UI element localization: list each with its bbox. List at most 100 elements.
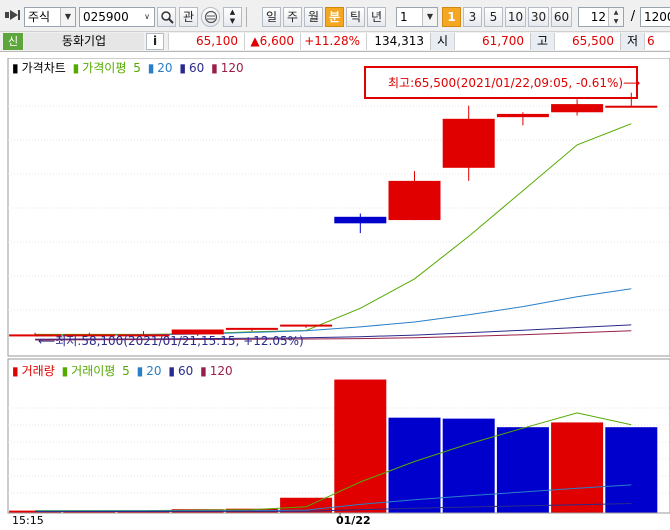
legend-marker: ▮ [12, 364, 19, 378]
candle-body [225, 327, 278, 330]
theme-icon [204, 10, 217, 24]
chevron-down-icon[interactable]: ▼ [422, 8, 437, 26]
stock-name: 동화기업 [24, 33, 144, 50]
minute-button-3[interactable]: 3 [463, 7, 482, 27]
price-ma-120: 120 [220, 61, 244, 75]
volume-bar [442, 418, 495, 513]
high-annotation: 최고:65,500(2021/01/22,09:05, -0.61%)⟶ [388, 76, 641, 90]
volume-legend: ▮ 거래량 ▮ 거래이평 5 ▮ 20 ▮ 60 ▮ 120 [12, 364, 236, 378]
current-price: 65,100 [168, 33, 244, 50]
search-button[interactable] [157, 7, 176, 27]
stock-code-value: 025900 [83, 10, 129, 24]
count-divider: / [630, 9, 636, 24]
tab-period-year[interactable]: 년 [367, 7, 386, 27]
toolbar-divider [246, 7, 247, 27]
low-label: 저 [620, 33, 644, 50]
price-legend-title: 가격차트 [21, 61, 66, 75]
chart-canvas[interactable] [0, 58, 670, 530]
candle-body [388, 180, 441, 221]
tab-period-label: 틱 [349, 10, 362, 24]
total-count-field[interactable]: 1200 [640, 7, 670, 27]
stock-info-button[interactable]: i [146, 33, 164, 50]
low-annotation: ⟵최저:58,100(2021/01/21,15:15, +12.05%) [38, 334, 304, 348]
volume-bar [496, 427, 549, 513]
market-select[interactable]: 주식 ▼ [24, 7, 76, 27]
stepper-arrows-icon[interactable]: ▲ ▼ [608, 8, 623, 26]
minute-button-1[interactable]: 1 [442, 7, 461, 27]
legend-marker: ▮ [72, 61, 80, 75]
period-tabs: 일 주 월 분 틱 년 [262, 7, 392, 27]
credit-badge: 신 [3, 33, 23, 50]
legend-marker: ▮ [61, 364, 69, 378]
theme-button[interactable] [201, 7, 220, 27]
tab-period-label: 주 [286, 10, 299, 24]
minute-buttons: 1 3 5 10 30 60 [442, 7, 572, 27]
candle-body [551, 104, 604, 113]
price-ma-5: 5 [133, 61, 141, 75]
price-legend: ▮ 가격차트 ▮ 가격이평 5 ▮ 20 ▮ 60 ▮ 120 [12, 61, 247, 75]
search-icon [160, 11, 174, 24]
legend-marker: ▮ [147, 61, 155, 75]
x-axis-date-label: 01/22 [336, 514, 371, 527]
minute-button-5[interactable]: 5 [484, 7, 503, 27]
stock-code-input[interactable]: 025900 ∨ [79, 7, 155, 27]
price-panel-frame [7, 58, 670, 357]
tab-period-label: 년 [370, 10, 383, 24]
tab-period-day[interactable]: 일 [262, 7, 281, 27]
price-ma-label: 가격이평 [82, 61, 127, 75]
minute-button-label: 1 [447, 10, 456, 24]
interval-value: 1 [400, 10, 408, 24]
volume-bar [551, 422, 604, 513]
x-axis-left-label: 15:15 [12, 514, 44, 527]
minute-button-label: 60 [553, 10, 570, 24]
chevron-down-icon[interactable]: ∨ [140, 8, 154, 26]
tab-period-week[interactable]: 주 [283, 7, 302, 27]
legend-marker: ▮ [12, 61, 19, 75]
candle-body [280, 324, 333, 327]
candle-body [334, 216, 387, 224]
total-count-value: 1200 [644, 10, 670, 24]
minute-button-label: 10 [507, 10, 524, 24]
minute-button-10[interactable]: 10 [505, 7, 526, 27]
interval-select[interactable]: 1 ▼ [396, 7, 438, 27]
legend-marker: ▮ [136, 364, 144, 378]
minute-button-60[interactable]: 60 [551, 7, 572, 27]
price-ma-20: 20 [157, 61, 173, 75]
tab-period-tick[interactable]: 틱 [346, 7, 365, 27]
minute-button-30[interactable]: 30 [528, 7, 549, 27]
minute-button-label: 5 [489, 10, 498, 24]
legend-marker: ▮ [211, 61, 218, 75]
watchlist-button[interactable]: 관 [179, 7, 198, 27]
volume-ma-5: 5 [122, 364, 130, 378]
up-down-spinner[interactable]: ▲ ▼ [223, 7, 242, 27]
volume-bar [334, 379, 387, 513]
volume-bar [605, 427, 658, 513]
price-change: ▲6,600 [244, 33, 300, 50]
tab-period-month[interactable]: 월 [304, 7, 323, 27]
trade-volume: 134,313 [366, 33, 430, 50]
volume-ma-60: 60 [177, 364, 194, 378]
high-label: 고 [530, 33, 554, 50]
chevron-down-icon[interactable]: ▼ [60, 8, 75, 26]
volume-ma-20: 20 [146, 364, 162, 378]
tab-period-label: 월 [307, 10, 320, 24]
legend-marker: ▮ [168, 364, 175, 378]
price-ma-60: 60 [189, 61, 205, 75]
tab-period-label: 분 [328, 10, 341, 24]
link-arrow-icon[interactable] [4, 7, 22, 23]
high-price: 65,500 [554, 33, 620, 50]
watchlist-label: 관 [182, 10, 195, 24]
count-stepper[interactable]: 12 ▲ ▼ [578, 7, 624, 27]
tab-period-minute[interactable]: 분 [325, 7, 344, 27]
legend-marker: ▮ [200, 364, 207, 378]
tab-period-label: 일 [265, 10, 278, 24]
market-select-value: 주식 [28, 10, 51, 24]
candle-body [496, 113, 549, 118]
low-price: 6 [644, 33, 670, 50]
minute-button-label: 3 [468, 10, 477, 24]
candle-body [442, 118, 495, 168]
open-label: 시 [430, 33, 454, 50]
volume-ma-120: 120 [209, 364, 233, 378]
count-value: 12 [590, 10, 606, 24]
info-label: i [152, 34, 158, 48]
